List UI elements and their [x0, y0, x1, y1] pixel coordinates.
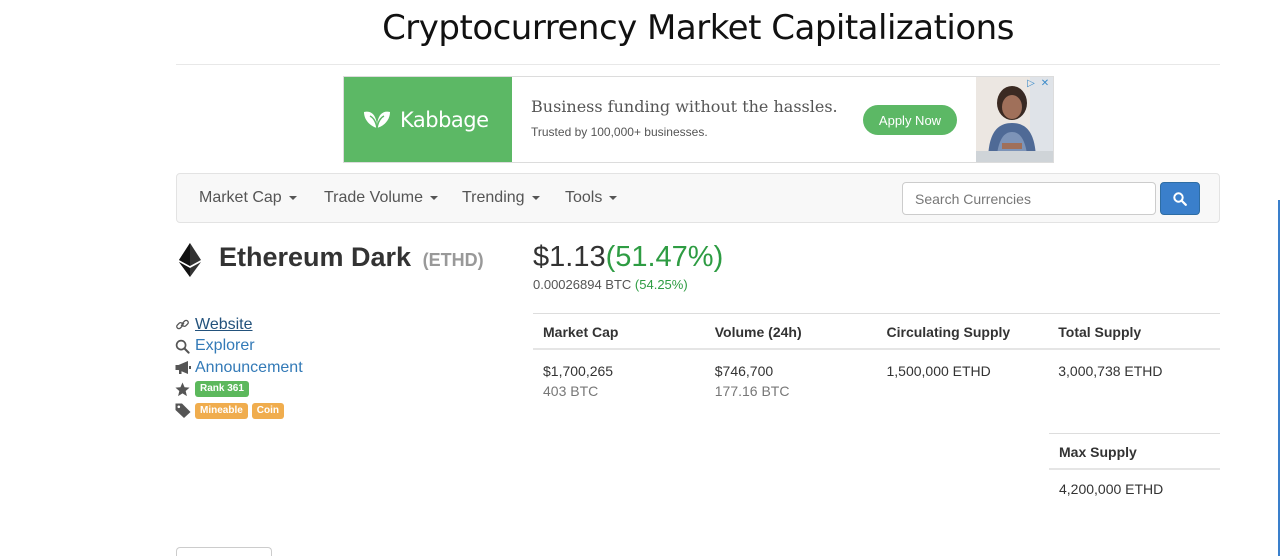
price-btc-value: 0.00026894 BTC [533, 277, 632, 292]
ad-headline: Business funding without the hassles. [531, 97, 838, 116]
link-row-tags: Mineable Coin [175, 400, 303, 422]
ad-close-icon[interactable]: ✕ [1039, 78, 1051, 90]
stats-table: Market Cap Volume (24h) Circulating Supp… [533, 313, 1220, 401]
ad-info-icon[interactable]: ▷ [1025, 78, 1037, 90]
link-row-explorer: Explorer [175, 336, 303, 358]
chevron-down-icon [288, 196, 297, 200]
nav-trade-volume[interactable]: Trade Volume [324, 189, 439, 207]
chevron-down-icon [531, 196, 540, 200]
header-market-cap: Market Cap [543, 324, 619, 340]
market-cap-btc: 403 BTC [543, 383, 599, 399]
ethereum-logo-icon [179, 243, 201, 277]
coin-name: Ethereum Dark (ETHD) [219, 242, 484, 273]
search-button[interactable] [1160, 182, 1200, 215]
nav-trade-volume-label: Trade Volume [324, 189, 424, 206]
ad-subline: Trusted by 100,000+ businesses. [531, 125, 708, 139]
link-icon [175, 317, 195, 333]
search-icon [1173, 191, 1187, 206]
header-max-supply: Max Supply [1049, 434, 1220, 470]
price-btc-change: (54.25%) [634, 277, 688, 292]
rank-badge: Rank 361 [195, 381, 249, 398]
price-usd-value: $1.13 [533, 241, 606, 273]
page-title: Cryptocurrency Market Capitalizations [382, 8, 1014, 48]
tag-badge-coin: Coin [251, 402, 285, 419]
star-icon [175, 381, 195, 397]
header-total-supply: Total Supply [1058, 324, 1142, 340]
header-volume: Volume (24h) [714, 324, 802, 340]
coin-links: Website Explorer Announcement Rank 361 M… [175, 314, 303, 422]
ad-brand-name: Kabbage [400, 107, 489, 132]
link-row-rank: Rank 361 [175, 379, 303, 401]
nav-market-cap[interactable]: Market Cap [199, 189, 297, 207]
kabbage-leaf-icon [364, 111, 390, 128]
stats-header-row: Market Cap Volume (24h) Circulating Supp… [533, 314, 1220, 350]
price-usd-change: (51.47%) [605, 241, 724, 273]
search-icon [175, 338, 195, 354]
market-cap-usd: $1,700,265 [543, 363, 614, 379]
website-link[interactable]: Website [195, 316, 253, 334]
price-usd: $1.13(51.47%) [533, 241, 723, 274]
explorer-link[interactable]: Explorer [195, 337, 255, 355]
search-input[interactable] [902, 182, 1156, 215]
link-row-announcement: Announcement [175, 357, 303, 379]
chevron-down-icon [609, 196, 618, 200]
coin-name-text: Ethereum Dark [219, 242, 412, 272]
link-row-website: Website [175, 314, 303, 336]
bottom-tab[interactable] [176, 547, 272, 556]
ad-choices[interactable]: ▷ ✕ [1025, 78, 1051, 90]
volume-usd: $746,700 [714, 363, 774, 379]
announcement-link[interactable]: Announcement [195, 359, 303, 377]
tag-icon [175, 403, 195, 419]
nav-trending-label: Trending [462, 189, 525, 206]
nav-tools-label: Tools [565, 189, 603, 206]
coin-symbol: (ETHD) [422, 250, 484, 270]
ad-brand-panel[interactable]: Kabbage [344, 77, 512, 162]
header-circulating-supply: Circulating Supply [886, 324, 1011, 340]
ad-banner[interactable]: Kabbage Business funding without the has… [343, 76, 1054, 163]
nav-market-cap-label: Market Cap [199, 189, 282, 206]
stats-value-row: $1,700,265 403 BTC $746,700 177.16 BTC 1… [533, 350, 1220, 401]
cell-market-cap: $1,700,265 403 BTC [533, 350, 705, 401]
cell-volume: $746,700 177.16 BTC [705, 350, 877, 401]
cell-total-supply: 3,000,738 ETHD [1058, 363, 1163, 379]
title-divider [176, 64, 1220, 65]
main-navbar: Market Cap Trade Volume Trending Tools [176, 173, 1220, 223]
volume-btc: 177.16 BTC [714, 383, 790, 399]
max-supply-table: Max Supply 4,200,000 ETHD [1049, 433, 1220, 497]
nav-trending[interactable]: Trending [462, 189, 540, 207]
chevron-down-icon [430, 196, 439, 200]
price-btc: 0.00026894 BTC (54.25%) [533, 277, 688, 292]
cell-circulating-supply: 1,500,000 ETHD [886, 363, 991, 379]
bullhorn-icon [175, 360, 195, 376]
nav-tools[interactable]: Tools [565, 189, 618, 207]
tag-badge-mineable: Mineable [195, 402, 248, 419]
cell-max-supply: 4,200,000 ETHD [1059, 481, 1164, 497]
ad-apply-button[interactable]: Apply Now [863, 105, 957, 135]
